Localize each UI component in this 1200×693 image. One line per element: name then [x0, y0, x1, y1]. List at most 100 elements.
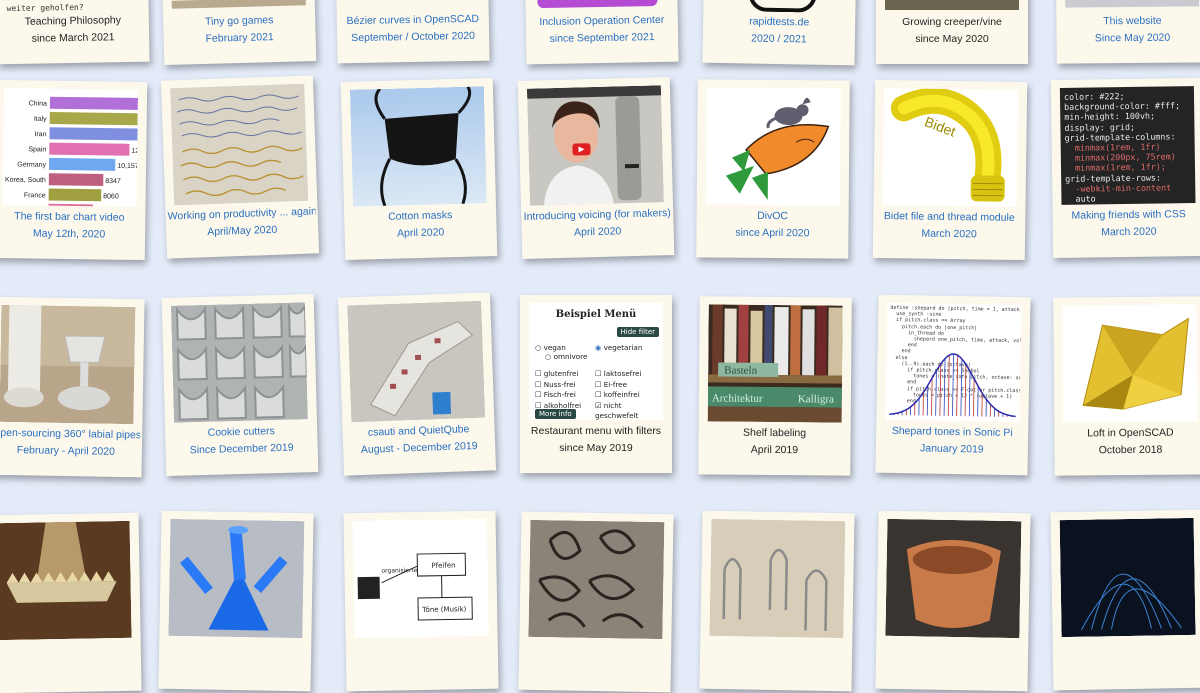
photo [0, 305, 135, 424]
project-card[interactable]: define :shepard do |pitch, time = 1, att… [875, 295, 1030, 476]
notebook-image [170, 84, 308, 206]
bar [48, 204, 93, 207]
card-caption: Cotton masksApril 2020 [346, 206, 495, 244]
code-line: auto [1065, 192, 1191, 204]
radio-omnivore[interactable]: ○ omnivore [545, 352, 587, 361]
shelf-label: Kalligra [798, 393, 834, 405]
bell-line [973, 379, 974, 417]
bar-value: 12,3 [131, 148, 138, 155]
shepard-curve [885, 303, 1021, 422]
radio-vegetarian[interactable]: ◉ vegetarian [595, 343, 642, 352]
project-card[interactable]: Tiny go gamesFebruary 2021 [160, 0, 317, 65]
project-card[interactable]: organisierte Luft Pfeifen Töne (Musik) [343, 511, 498, 692]
filter-checkbox[interactable]: ☐ Nuss-frei [535, 380, 581, 391]
bar-label: France [24, 192, 46, 199]
bar [49, 127, 137, 140]
flow-diagram: organisierte Luft Pfeifen Töne (Musik) [353, 519, 489, 638]
pipes-image [0, 305, 135, 424]
project-card[interactable]: rapidtests.de2020 / 2021 [702, 0, 857, 65]
bell-line [940, 364, 941, 416]
bar-chart: ChinaItalyIranSpain12,3Germany10,157Kore… [3, 88, 139, 207]
project-card[interactable]: csauti and QuietQubeAugust - December 20… [338, 292, 496, 475]
project-card[interactable]: Cookie cuttersSince December 2019 [162, 294, 319, 476]
card-caption: Shepard tones in Sonic PiJanuary 2019 [878, 423, 1027, 460]
photo [885, 0, 1019, 10]
bar [49, 143, 129, 156]
photo: Basteln Architektur Kalligra [708, 304, 843, 422]
project-card[interactable]: Bidet Bidet file and thread moduleMarch … [873, 80, 1027, 260]
project-card[interactable] [518, 512, 673, 693]
bar [49, 189, 102, 202]
card-caption: rapidtests.de2020 / 2021 [705, 13, 854, 50]
photo [1060, 518, 1196, 637]
bell-line [978, 386, 979, 416]
photo [347, 301, 485, 423]
bell-line [936, 371, 937, 416]
project-card[interactable] [1050, 510, 1200, 691]
bar-label: Korea, South [5, 177, 46, 185]
filter-checkbox[interactable]: ☑ nicht geschwefelt [595, 401, 663, 421]
project-card[interactable]: Loft in OpenSCADOctober 2018 [1053, 296, 1200, 475]
card-caption: Tiny go gamesFebruary 2021 [165, 11, 314, 49]
project-card[interactable] [158, 511, 313, 692]
bar-label: Italy [34, 116, 47, 123]
card-caption: The first bar chart videoMay 12th, 2020 [0, 208, 143, 244]
filter-checkbox[interactable]: ☐ glutenfrei [535, 369, 581, 380]
hide-filter-button[interactable]: Hide filter [617, 327, 659, 337]
project-card[interactable]: Inclusion Operation Centersince Septembe… [523, 0, 678, 64]
bell-line [931, 378, 932, 416]
bar-value: 8060 [103, 193, 119, 200]
photo [350, 86, 487, 206]
photo [170, 84, 308, 206]
project-card[interactable]: Beispiel Menü Hide filter ○ vegan ○ omni… [520, 295, 672, 473]
photo [172, 0, 306, 9]
bar-label: China [29, 100, 47, 107]
project-card[interactable] [875, 511, 1030, 692]
card-caption: csauti and QuietQubeAugust - December 20… [344, 420, 493, 459]
project-card[interactable] [699, 511, 854, 692]
filter-checkbox[interactable]: ☐ Ei-free [595, 380, 663, 391]
project-card[interactable]: Working on productivity ... againApril/M… [161, 75, 319, 258]
filters-right: ☐ laktosefrei☐ Ei-free☐ koffeinfrei☑ nic… [595, 369, 663, 420]
radio-vegan[interactable]: ○ vegan [535, 343, 587, 352]
project-card[interactable]: This websiteSince May 2020 [1055, 0, 1200, 64]
photo [171, 302, 308, 422]
project-card[interactable]: Growing creeper/vinesince May 2020 [876, 0, 1028, 64]
project-card[interactable] [0, 513, 142, 693]
bell-line [944, 359, 945, 416]
snippet-text: weiter geholfen? [7, 3, 84, 13]
filter-checkbox[interactable]: ☐ Fisch-frei [535, 390, 581, 401]
shelf-label: Architektur [712, 392, 763, 404]
wood-bowl [885, 519, 1021, 638]
project-card[interactable]: Open-sourcing 360° labial pipesFebruary … [0, 297, 145, 478]
project-card[interactable]: Basteln Architektur Kalligra Shelf label… [698, 296, 852, 475]
bell-line [965, 364, 966, 416]
filter-checkbox[interactable]: ☐ koffeinfrei [595, 390, 663, 401]
photo [1065, 0, 1199, 8]
project-card[interactable]: Bézier curves in OpenSCADSeptember / Oct… [334, 0, 489, 63]
code-snippet: color: #222;background-color: #fff;min-h… [1060, 86, 1196, 205]
bar [50, 112, 138, 125]
mask-image [350, 86, 487, 206]
project-card[interactable]: Introducing voicing (for makers)April 20… [518, 77, 675, 259]
filters-left: ☐ glutenfrei☐ Nuss-frei☐ Fisch-frei☐ alk… [535, 369, 581, 411]
project-card[interactable]: DivOCsince April 2020 [696, 79, 850, 258]
bar-label: Germany [17, 161, 46, 168]
project-card[interactable]: Cotton masksApril 2020 [341, 78, 498, 260]
project-card[interactable]: color: #222;background-color: #fff;min-h… [1051, 78, 1200, 258]
video-image [527, 85, 664, 205]
bell-line [961, 359, 962, 416]
photo [0, 521, 132, 640]
card-caption: Cookie cuttersSince December 2019 [167, 422, 316, 460]
project-card[interactable]: ChinaItalyIranSpain12,3Germany10,157Kore… [0, 80, 147, 260]
more-info-button[interactable]: More info [535, 409, 576, 419]
photo [168, 519, 304, 638]
code-screenshot: define :shepard do |pitch, time = 1, att… [885, 303, 1021, 422]
filter-checkbox[interactable]: ☐ laktosefrei [595, 369, 663, 380]
blue-model [168, 519, 304, 638]
bar-label: Spain [28, 146, 46, 153]
video-thumbnail[interactable] [527, 85, 664, 205]
card-caption: Teaching Philosophysince March 2021 [0, 12, 147, 49]
project-card[interactable]: weiter geholfen? Teaching Philosophysinc… [0, 0, 150, 64]
card-caption: Growing creeper/vinesince May 2020 [878, 14, 1026, 48]
